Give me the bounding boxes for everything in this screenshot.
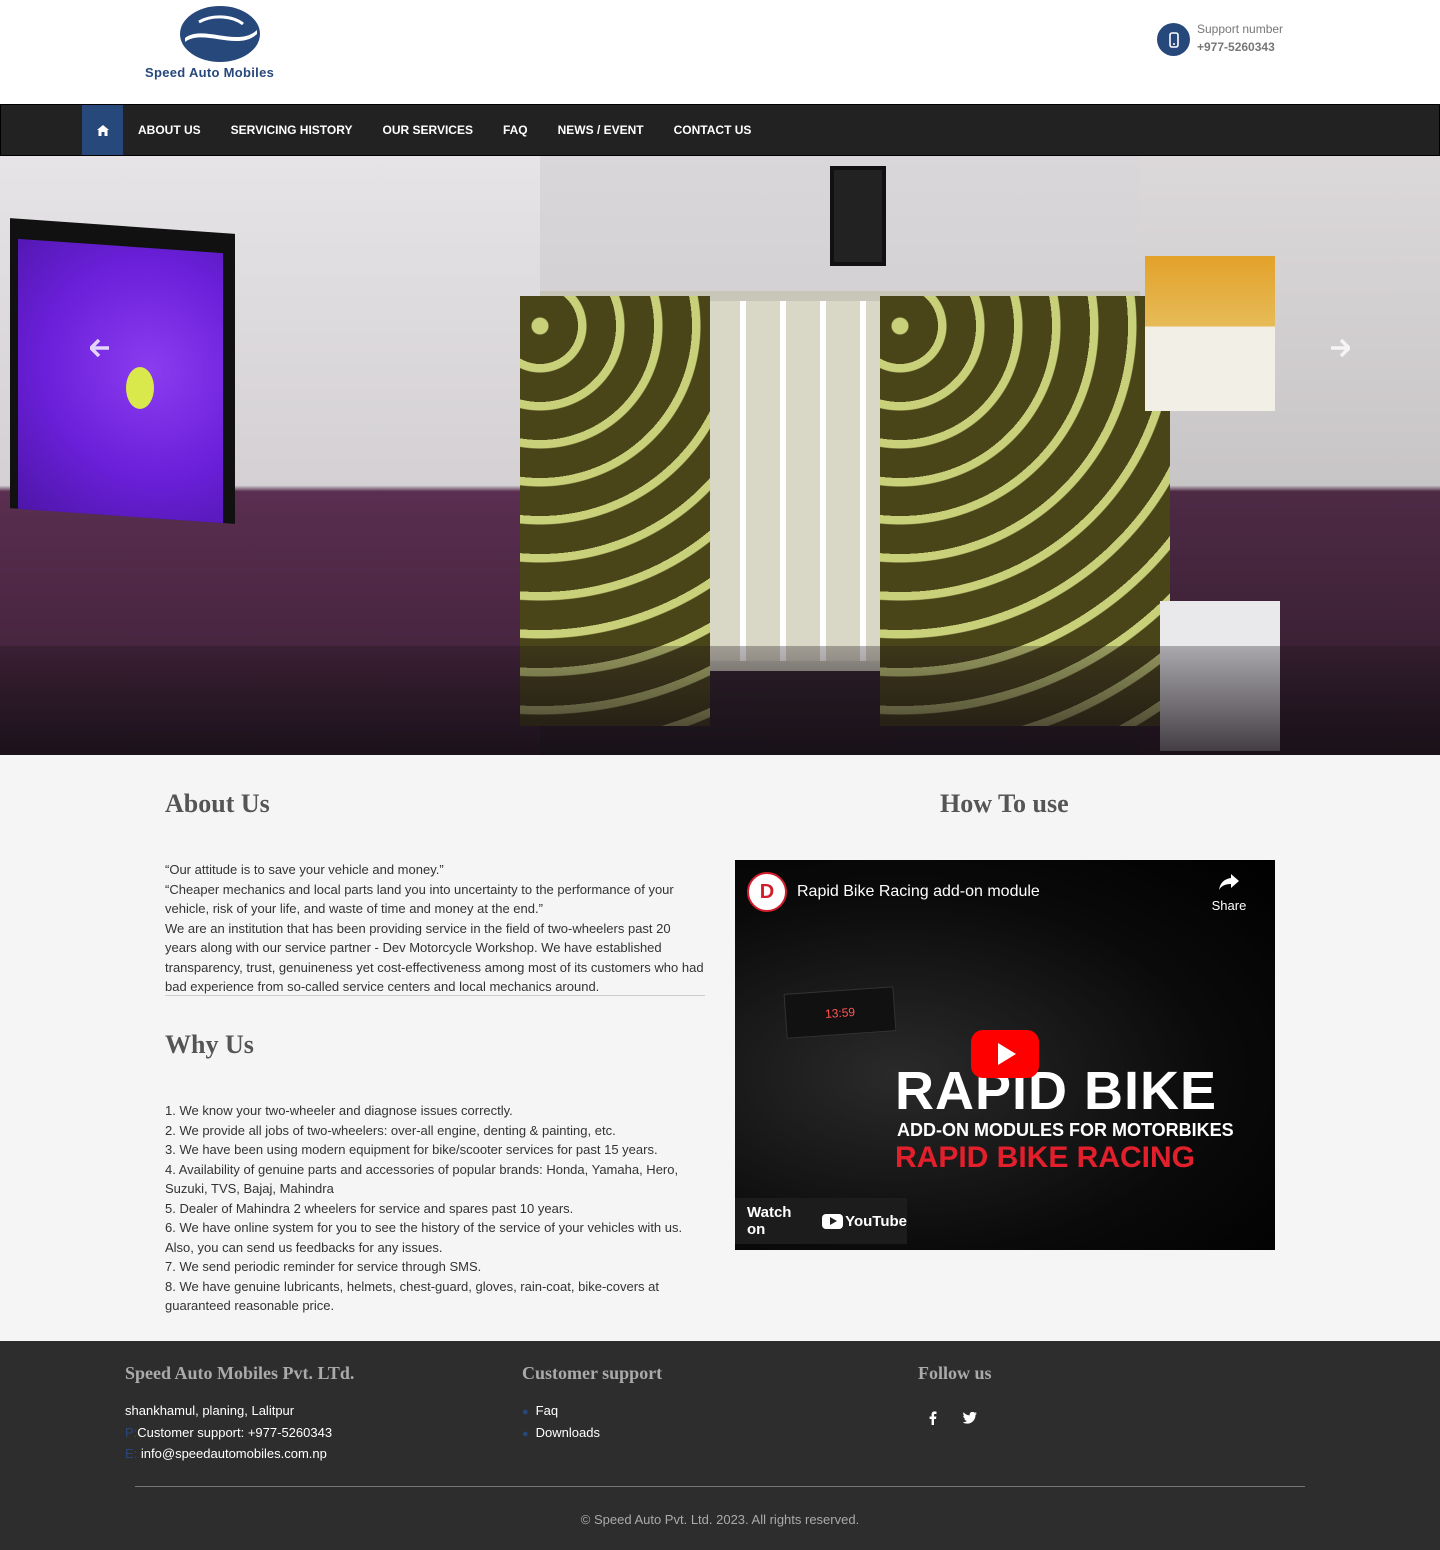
youtube-video-embed[interactable]: 13:59 D Rapid Bike Racing add-on module …	[735, 860, 1275, 1250]
nav-item-servicing-history[interactable]: SERVICING HISTORY	[216, 105, 368, 155]
video-play-button[interactable]	[971, 1030, 1039, 1078]
site-footer: Speed Auto Mobiles Pvt. LTd. shankhamul,…	[0, 1341, 1440, 1550]
hero-photo-clock	[830, 166, 886, 266]
watch-on-label: Watch on	[747, 1204, 792, 1238]
about-divider	[165, 995, 705, 996]
hero-photo-tv-dot	[126, 367, 154, 409]
carousel-prev-button[interactable]	[88, 338, 112, 362]
arrow-right-icon	[1331, 338, 1352, 358]
share-icon	[1199, 872, 1259, 898]
footer-link-label: Faq	[535, 1403, 559, 1418]
footer-link-label: Downloads	[535, 1425, 600, 1440]
site-logo[interactable]: Speed Auto Mobiles	[143, 4, 303, 82]
support-label: Support number	[1197, 22, 1284, 36]
footer-copyright: © Speed Auto Pvt. Ltd. 2023. All rights …	[580, 1512, 860, 1527]
youtube-logo-icon	[821, 1213, 844, 1229]
hero-carousel	[0, 156, 1440, 755]
why-item: 3. We have been using modern equipment f…	[165, 1142, 658, 1157]
home-icon	[96, 124, 109, 136]
about-paragraph: “Cheaper mechanics and local parts land …	[165, 881, 674, 917]
facebook-icon[interactable]	[918, 1403, 948, 1433]
footer-address: shankhamul, planing, Lalitpur	[125, 1403, 295, 1418]
about-text: “Our attitude is to save your vehicle an…	[165, 860, 705, 997]
why-item: 1. We know your two-wheeler and diagnose…	[165, 1103, 513, 1118]
video-subline: ADD-ON MODULES FOR MOTORBIKES	[897, 1120, 1234, 1140]
why-item: 4. Availability of genuine parts and acc…	[165, 1161, 679, 1197]
video-brandline: RAPID BIKE RACING	[895, 1141, 1196, 1174]
main-navbar: ABOUT US SERVICING HISTORY OUR SERVICES …	[0, 104, 1440, 156]
nav-home-button[interactable]	[82, 105, 123, 155]
about-paragraph: We are an institution that has been prov…	[165, 920, 704, 995]
bullet-icon: ●	[522, 1428, 529, 1440]
why-item: 6. We have online system for you to see …	[165, 1220, 683, 1255]
footer-email: E: info@speedautomobiles.com.np	[125, 1446, 327, 1461]
logo-text: Speed Auto Mobiles	[145, 65, 275, 80]
hero-photo-calendar	[1145, 256, 1275, 411]
about-paragraph: “Our attitude is to save your vehicle an…	[165, 862, 444, 877]
footer-company-title: Speed Auto Mobiles Pvt. LTd.	[125, 1363, 355, 1383]
phone-prefix: P:	[125, 1425, 138, 1440]
hero-photo-window-frame	[700, 301, 880, 661]
why-item: 7. We send periodic reminder for service…	[165, 1259, 482, 1274]
footer-phone: P:Customer support: +977-5260343	[125, 1425, 332, 1440]
nav-item-news-event[interactable]: NEWS / EVENT	[543, 105, 659, 155]
footer-link-downloads[interactable]: ● Downloads	[522, 1425, 600, 1440]
why-item: 2. We provide all jobs of two-wheelers: …	[165, 1122, 616, 1138]
bullet-icon: ●	[522, 1406, 529, 1418]
video-headline: RAPID BIKE	[895, 1061, 1218, 1121]
nav-item-about-us[interactable]: ABOUT US	[123, 105, 216, 155]
footer-email-link[interactable]: info@speedautomobiles.com.np	[141, 1446, 327, 1461]
nav-item-faq[interactable]: FAQ	[488, 105, 543, 155]
support-number[interactable]: +977-5260343	[1197, 40, 1275, 54]
carousel-next-button[interactable]	[1328, 338, 1352, 362]
twitter-icon[interactable]	[955, 1403, 985, 1433]
main-content: About Us “Our attitude is to save your v…	[0, 755, 1440, 1341]
footer-support-title: Customer support	[522, 1363, 663, 1383]
watch-on-youtube-button[interactable]: Watch on YouTube	[735, 1198, 907, 1244]
why-title: Why Us	[165, 1030, 254, 1059]
email-prefix: E:	[125, 1446, 138, 1461]
site-header: Speed Auto Mobiles Support number +977-5…	[0, 0, 1440, 104]
channel-avatar-icon[interactable]: D	[747, 872, 787, 912]
nav-item-contact-us[interactable]: CONTACT US	[659, 105, 767, 155]
footer-divider	[135, 1486, 1305, 1487]
video-dashboard-display: 13:59	[783, 986, 897, 1039]
footer-follow-title: Follow us	[918, 1363, 992, 1383]
why-item: 5. Dealer of Mahindra 2 wheelers for ser…	[165, 1200, 574, 1216]
hero-photo-floor	[0, 646, 1440, 755]
footer-phone-text: Customer support: +977-5260343	[137, 1425, 333, 1440]
nav-menu: ABOUT US SERVICING HISTORY OUR SERVICES …	[123, 105, 766, 155]
video-share-button[interactable]: Share	[1199, 872, 1259, 922]
footer-link-faq[interactable]: ● Faq	[522, 1403, 558, 1418]
support-contact: Support number +977-5260343	[1157, 22, 1297, 62]
nav-item-our-services[interactable]: OUR SERVICES	[367, 105, 487, 155]
why-list: 1. We know your two-wheeler and diagnose…	[165, 1101, 705, 1316]
youtube-wordmark: YouTube	[845, 1212, 907, 1230]
why-item: 8. We have genuine lubricants, helmets, …	[165, 1278, 660, 1314]
how-title: How To use	[940, 789, 1069, 818]
about-title: About Us	[165, 789, 270, 818]
arrow-left-icon	[88, 338, 109, 358]
share-label: Share	[1211, 898, 1247, 913]
hero-photo-tv-screen	[18, 238, 223, 524]
video-title[interactable]: Rapid Bike Racing add-on module	[797, 883, 1040, 901]
phone-icon[interactable]	[1157, 23, 1190, 56]
